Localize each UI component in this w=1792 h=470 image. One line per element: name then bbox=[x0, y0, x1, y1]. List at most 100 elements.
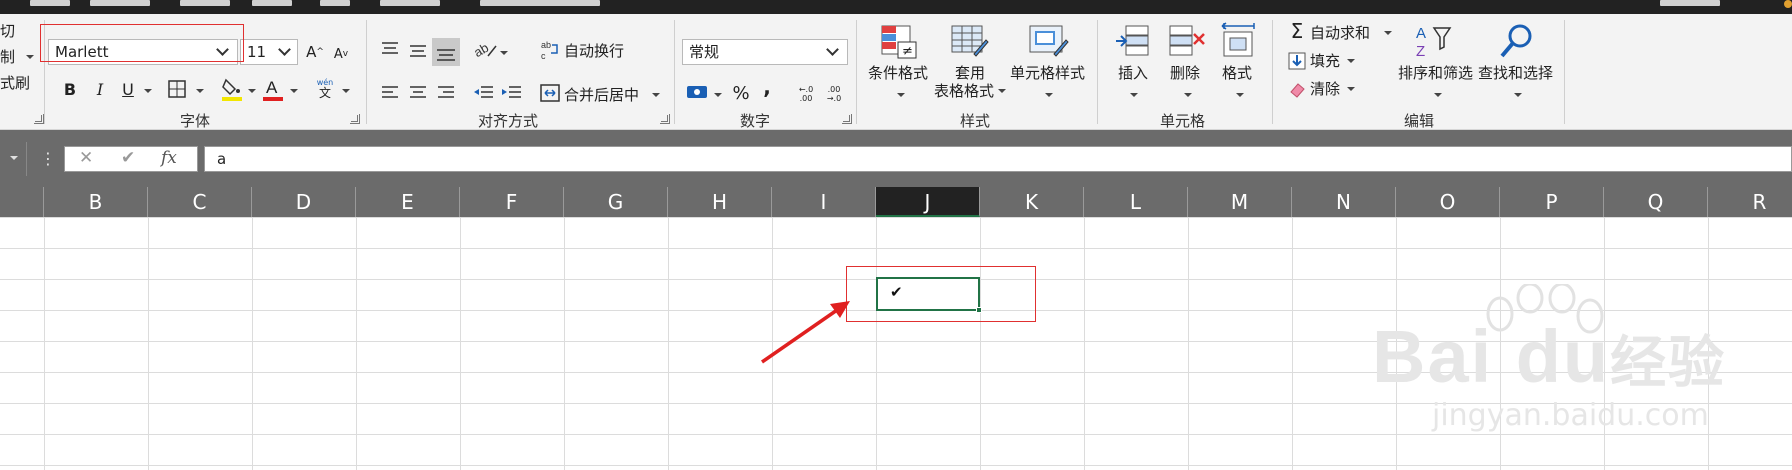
comma-style-button[interactable]: , bbox=[760, 75, 774, 99]
name-box-dropdown-icon[interactable] bbox=[10, 156, 18, 160]
percent-button[interactable]: % bbox=[730, 82, 752, 104]
number-launcher-icon[interactable] bbox=[842, 114, 852, 124]
align-left-icon[interactable] bbox=[380, 84, 400, 102]
font-size-combo[interactable]: 11 bbox=[240, 39, 298, 65]
font-color-icon[interactable]: A bbox=[262, 76, 284, 102]
insert-function-icon[interactable]: fx bbox=[161, 148, 177, 168]
autosum-dropdown-icon[interactable] bbox=[1384, 31, 1392, 35]
copy-button[interactable]: 制 bbox=[0, 48, 15, 66]
formula-input[interactable]: a bbox=[204, 146, 1792, 172]
column-header-p[interactable]: P bbox=[1500, 187, 1604, 217]
underline-dropdown-icon[interactable] bbox=[144, 89, 152, 93]
find-select-icon[interactable] bbox=[1496, 22, 1536, 62]
column-header-a-partial[interactable] bbox=[0, 187, 44, 217]
column-header-f[interactable]: F bbox=[460, 187, 564, 217]
wrap-text-button[interactable]: 自动换行 bbox=[564, 42, 624, 60]
find-select-button[interactable]: 查找和选择 bbox=[1478, 64, 1553, 82]
font-launcher-icon[interactable] bbox=[350, 114, 360, 124]
enter-icon[interactable]: ✔ bbox=[121, 148, 135, 168]
tab-stub[interactable] bbox=[90, 0, 150, 6]
merge-dropdown-icon[interactable] bbox=[652, 93, 660, 97]
italic-button[interactable]: I bbox=[90, 78, 110, 100]
decrease-indent-icon[interactable] bbox=[472, 84, 494, 102]
insert-cells-icon[interactable] bbox=[1114, 24, 1152, 60]
fill-color-icon[interactable] bbox=[220, 76, 244, 102]
conditional-dropdown-icon[interactable] bbox=[897, 93, 905, 97]
tab-stub[interactable] bbox=[1660, 0, 1720, 6]
sort-dropdown-icon[interactable] bbox=[1434, 93, 1442, 97]
sort-filter-button[interactable]: 排序和筛选 bbox=[1398, 64, 1473, 82]
column-header-i[interactable]: I bbox=[772, 187, 876, 217]
column-header-o[interactable]: O bbox=[1396, 187, 1500, 217]
column-header-k[interactable]: K bbox=[980, 187, 1084, 217]
format-as-table-line1[interactable]: 套用 bbox=[955, 64, 985, 82]
column-header-q[interactable]: Q bbox=[1604, 187, 1708, 217]
column-header-e[interactable]: E bbox=[356, 187, 460, 217]
format-dropdown-icon[interactable] bbox=[1236, 93, 1244, 97]
format-as-table-button[interactable]: 表格格式 bbox=[934, 82, 994, 100]
sort-filter-icon[interactable]: AZ bbox=[1414, 22, 1454, 62]
orientation-dropdown-icon[interactable] bbox=[500, 51, 508, 55]
accounting-dropdown-icon[interactable] bbox=[714, 93, 722, 97]
align-center-icon[interactable] bbox=[408, 84, 428, 102]
delete-dropdown-icon[interactable] bbox=[1184, 93, 1192, 97]
format-button[interactable]: 格式 bbox=[1222, 64, 1252, 82]
column-header-b[interactable]: B bbox=[44, 187, 148, 217]
decrease-decimal-button[interactable]: .00 →.0 bbox=[822, 82, 846, 106]
format-painter-button[interactable]: 式刷 bbox=[0, 74, 30, 92]
column-header-j[interactable]: J bbox=[876, 187, 980, 217]
conditional-formatting-button[interactable]: 条件格式 bbox=[868, 64, 928, 82]
number-format-combo[interactable]: 常规 bbox=[682, 39, 848, 65]
accounting-format-icon[interactable] bbox=[686, 82, 710, 102]
cut-button[interactable]: 切 bbox=[0, 22, 15, 40]
column-header-c[interactable]: C bbox=[148, 187, 252, 217]
conditional-formatting-icon[interactable]: ≠ bbox=[880, 24, 918, 60]
column-header-m[interactable]: M bbox=[1188, 187, 1292, 217]
tab-stub[interactable] bbox=[320, 0, 350, 6]
tab-stub[interactable] bbox=[180, 0, 230, 6]
copy-dropdown-icon[interactable] bbox=[26, 55, 34, 59]
table-dropdown-icon[interactable] bbox=[998, 89, 1006, 93]
grow-font-icon[interactable]: A ^ bbox=[304, 40, 326, 64]
delete-cells-icon[interactable] bbox=[1168, 24, 1208, 60]
fill-down-icon[interactable] bbox=[1288, 52, 1306, 70]
insert-dropdown-icon[interactable] bbox=[1130, 93, 1138, 97]
fill-dropdown-icon[interactable] bbox=[1347, 59, 1355, 63]
cancel-icon[interactable]: ✕ bbox=[79, 148, 93, 168]
cell-styles-icon[interactable] bbox=[1028, 24, 1070, 60]
phonetic-dropdown-icon[interactable] bbox=[342, 89, 350, 93]
underline-button[interactable]: U bbox=[118, 78, 138, 100]
column-header-n[interactable]: N bbox=[1292, 187, 1396, 217]
tab-stub[interactable] bbox=[30, 0, 70, 6]
eraser-icon[interactable] bbox=[1288, 80, 1306, 98]
wrap-text-icon[interactable]: abc bbox=[540, 39, 560, 61]
align-right-icon[interactable] bbox=[436, 84, 456, 102]
borders-dropdown-icon[interactable] bbox=[196, 89, 204, 93]
autosum-button[interactable]: 自动求和 bbox=[1310, 24, 1370, 42]
cell-styles-button[interactable]: 单元格样式 bbox=[1010, 64, 1085, 82]
autosum-icon[interactable]: Σ bbox=[1288, 19, 1306, 43]
fill-color-dropdown-icon[interactable] bbox=[248, 89, 256, 93]
fill-button[interactable]: 填充 bbox=[1310, 52, 1340, 70]
font-color-dropdown-icon[interactable] bbox=[290, 89, 298, 93]
find-dropdown-icon[interactable] bbox=[1514, 93, 1522, 97]
clear-button[interactable]: 清除 bbox=[1310, 80, 1340, 98]
increase-indent-icon[interactable] bbox=[500, 84, 522, 102]
align-bottom-button[interactable] bbox=[432, 38, 460, 66]
format-as-table-icon[interactable] bbox=[950, 24, 990, 60]
tab-stub[interactable] bbox=[480, 0, 600, 6]
phonetic-icon[interactable]: wén 文 bbox=[314, 78, 336, 102]
orientation-icon[interactable]: ab bbox=[472, 38, 498, 60]
alignment-launcher-icon[interactable] bbox=[660, 114, 670, 124]
bold-button[interactable]: B bbox=[60, 78, 80, 100]
cell-styles-dropdown-icon[interactable] bbox=[1045, 93, 1053, 97]
shrink-font-icon[interactable]: Av bbox=[330, 42, 352, 66]
tab-stub[interactable] bbox=[380, 0, 440, 6]
column-header-g[interactable]: G bbox=[564, 187, 668, 217]
column-header-h[interactable]: H bbox=[668, 187, 772, 217]
merge-center-button[interactable]: 合并后居中 bbox=[564, 86, 639, 104]
align-middle-icon[interactable] bbox=[408, 42, 428, 60]
column-header-r[interactable]: R bbox=[1708, 187, 1792, 217]
column-header-d[interactable]: D bbox=[252, 187, 356, 217]
insert-button[interactable]: 插入 bbox=[1118, 64, 1148, 82]
